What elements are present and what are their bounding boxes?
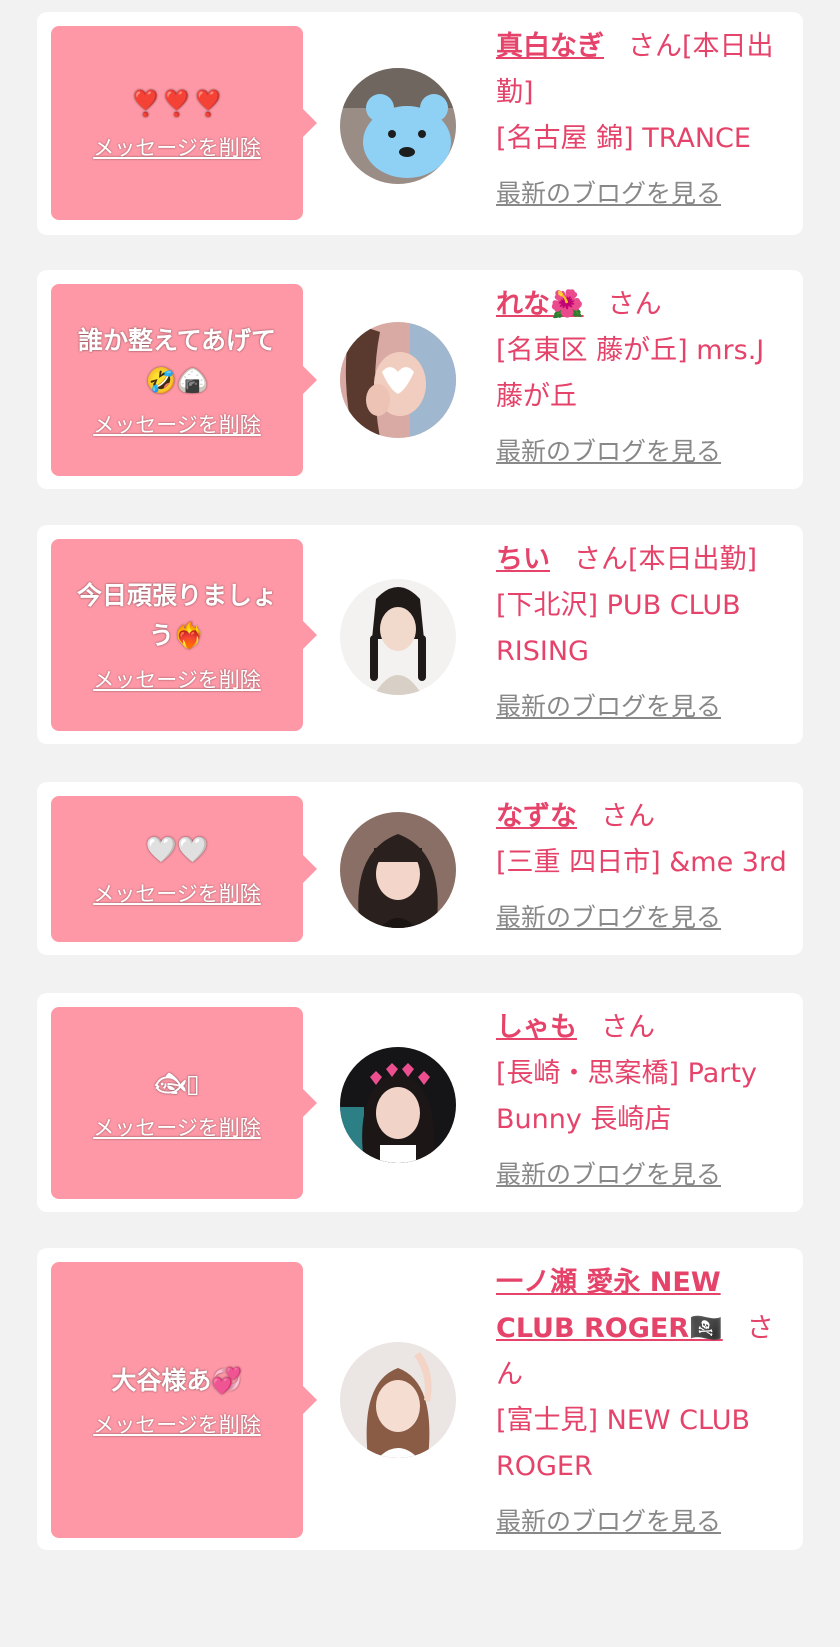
message-bubble: 大谷様あ💞 メッセージを削除 — [51, 1262, 317, 1538]
latest-blog-link[interactable]: 最新のブログを見る — [496, 432, 721, 472]
avatar-woman-arm-raised-icon — [340, 1342, 456, 1458]
message-bubble: 🐟︎▯ メッセージを削除 — [51, 1007, 317, 1199]
avatar-woman-heart-crown-icon — [340, 1047, 456, 1163]
cast-info: 一ノ瀬 愛永 NEW CLUB ROGER🏴‍☠️ さん [富士見] NEW CL… — [496, 1260, 796, 1542]
honorific: さん — [601, 1012, 655, 1043]
avatar-woman-heart-face-icon — [340, 322, 456, 438]
delete-message-link[interactable]: メッセージを削除 — [93, 1112, 261, 1142]
honorific: さん — [601, 801, 655, 832]
message-text: 誰か整えてあげて🤣🍙 — [77, 326, 276, 395]
cast-info: ちい さん[本日出勤] [下北沢] PUB CLUB RISING 最新のブログを… — [496, 537, 796, 727]
avatar[interactable] — [340, 1342, 456, 1458]
cast-name-link[interactable]: なずな — [496, 801, 577, 832]
shop-name: [下北沢] PUB CLUB RISING — [496, 590, 741, 667]
message-text: 大谷様あ💞 — [111, 1366, 243, 1395]
message-bubble: ❣️❣️❣️ メッセージを削除 — [51, 26, 317, 220]
cast-name-link[interactable]: 真白なぎ — [496, 31, 604, 62]
avatar-blue-bear-sticker-icon — [340, 68, 456, 184]
latest-blog-link[interactable]: 最新のブログを見る — [496, 1502, 721, 1542]
avatar[interactable] — [340, 812, 456, 928]
avatar-woman-bangs-icon — [340, 812, 456, 928]
cast-info: 真白なぎ さん[本日出勤] [名古屋 錦] TRANCE 最新のブログを見る — [496, 24, 796, 214]
latest-blog-link[interactable]: 最新のブログを見る — [496, 174, 721, 214]
shop-name: [名古屋 錦] TRANCE — [496, 123, 751, 154]
attendance-status: [本日出勤] — [628, 544, 758, 575]
message-bubble: 🤍🤍 メッセージを削除 — [51, 796, 317, 942]
cast-info: れな🌺 さん [名東区 藤が丘] mrs.J 藤が丘 最新のブログを見る — [496, 282, 796, 472]
cast-name-link[interactable]: ちい — [496, 544, 550, 575]
latest-blog-link[interactable]: 最新のブログを見る — [496, 687, 721, 727]
avatar[interactable] — [340, 68, 456, 184]
message-text: ❣️❣️❣️ — [130, 89, 224, 118]
shop-name: [三重 四日市] &me 3rd — [496, 847, 787, 878]
avatar[interactable] — [340, 579, 456, 695]
message-card: 🤍🤍 メッセージを削除 なずな さん [三重 四日市] &me 3rd 最新のブロ… — [37, 782, 803, 955]
shop-name: [長崎・思案橋] Party Bunny 長崎店 — [496, 1058, 757, 1135]
cast-name-link[interactable]: れな🌺 — [496, 289, 584, 320]
message-text: 🤍🤍 — [145, 835, 209, 864]
cast-info: なずな さん [三重 四日市] &me 3rd 最新のブログを見る — [496, 794, 796, 938]
message-text: 🐟︎▯ — [154, 1069, 200, 1098]
avatar[interactable] — [340, 1047, 456, 1163]
delete-message-link[interactable]: メッセージを削除 — [93, 132, 261, 162]
message-card: 今日頑張りましょう❤️‍🔥 メッセージを削除 ちい さん[本日出勤] [下北沢] … — [37, 525, 803, 744]
honorific: さん — [628, 31, 682, 62]
delete-message-link[interactable]: メッセージを削除 — [93, 878, 261, 908]
honorific: さん — [607, 289, 662, 320]
delete-message-link[interactable]: メッセージを削除 — [93, 664, 261, 694]
shop-name: [富士見] NEW CLUB ROGER — [496, 1405, 751, 1482]
cast-name-link[interactable]: しゃも — [496, 1012, 577, 1043]
honorific: さん — [574, 544, 628, 575]
delete-message-link[interactable]: メッセージを削除 — [93, 1409, 261, 1439]
message-bubble: 誰か整えてあげて🤣🍙 メッセージを削除 — [51, 284, 317, 476]
shop-name: [名東区 藤が丘] mrs.J 藤が丘 — [496, 335, 765, 412]
latest-blog-link[interactable]: 最新のブログを見る — [496, 898, 721, 938]
cast-info: しゃも さん [長崎・思案橋] Party Bunny 長崎店 最新のブログを見る — [496, 1005, 796, 1195]
message-text: 今日頑張りましょう❤️‍🔥 — [76, 581, 277, 650]
message-card: 大谷様あ💞 メッセージを削除 一ノ瀬 愛永 NEW CLUB ROGER🏴‍☠️… — [37, 1248, 803, 1550]
message-card: 🐟︎▯ メッセージを削除 しゃも さん [長崎・思案橋] Party Bunny… — [37, 993, 803, 1212]
message-bubble: 今日頑張りましょう❤️‍🔥 メッセージを削除 — [51, 539, 317, 731]
cast-name-link[interactable]: 一ノ瀬 愛永 NEW CLUB ROGER🏴‍☠️ — [496, 1267, 723, 1344]
avatar-woman-braids-icon — [340, 579, 456, 695]
message-card: ❣️❣️❣️ メッセージを削除 真白なぎ さん[本日出勤] [名古屋 錦] TRA… — [37, 12, 803, 235]
latest-blog-link[interactable]: 最新のブログを見る — [496, 1155, 721, 1195]
avatar[interactable] — [340, 322, 456, 438]
delete-message-link[interactable]: メッセージを削除 — [93, 409, 261, 439]
message-card: 誰か整えてあげて🤣🍙 メッセージを削除 れな🌺 さん [名東区 藤が丘] mrs.… — [37, 270, 803, 489]
